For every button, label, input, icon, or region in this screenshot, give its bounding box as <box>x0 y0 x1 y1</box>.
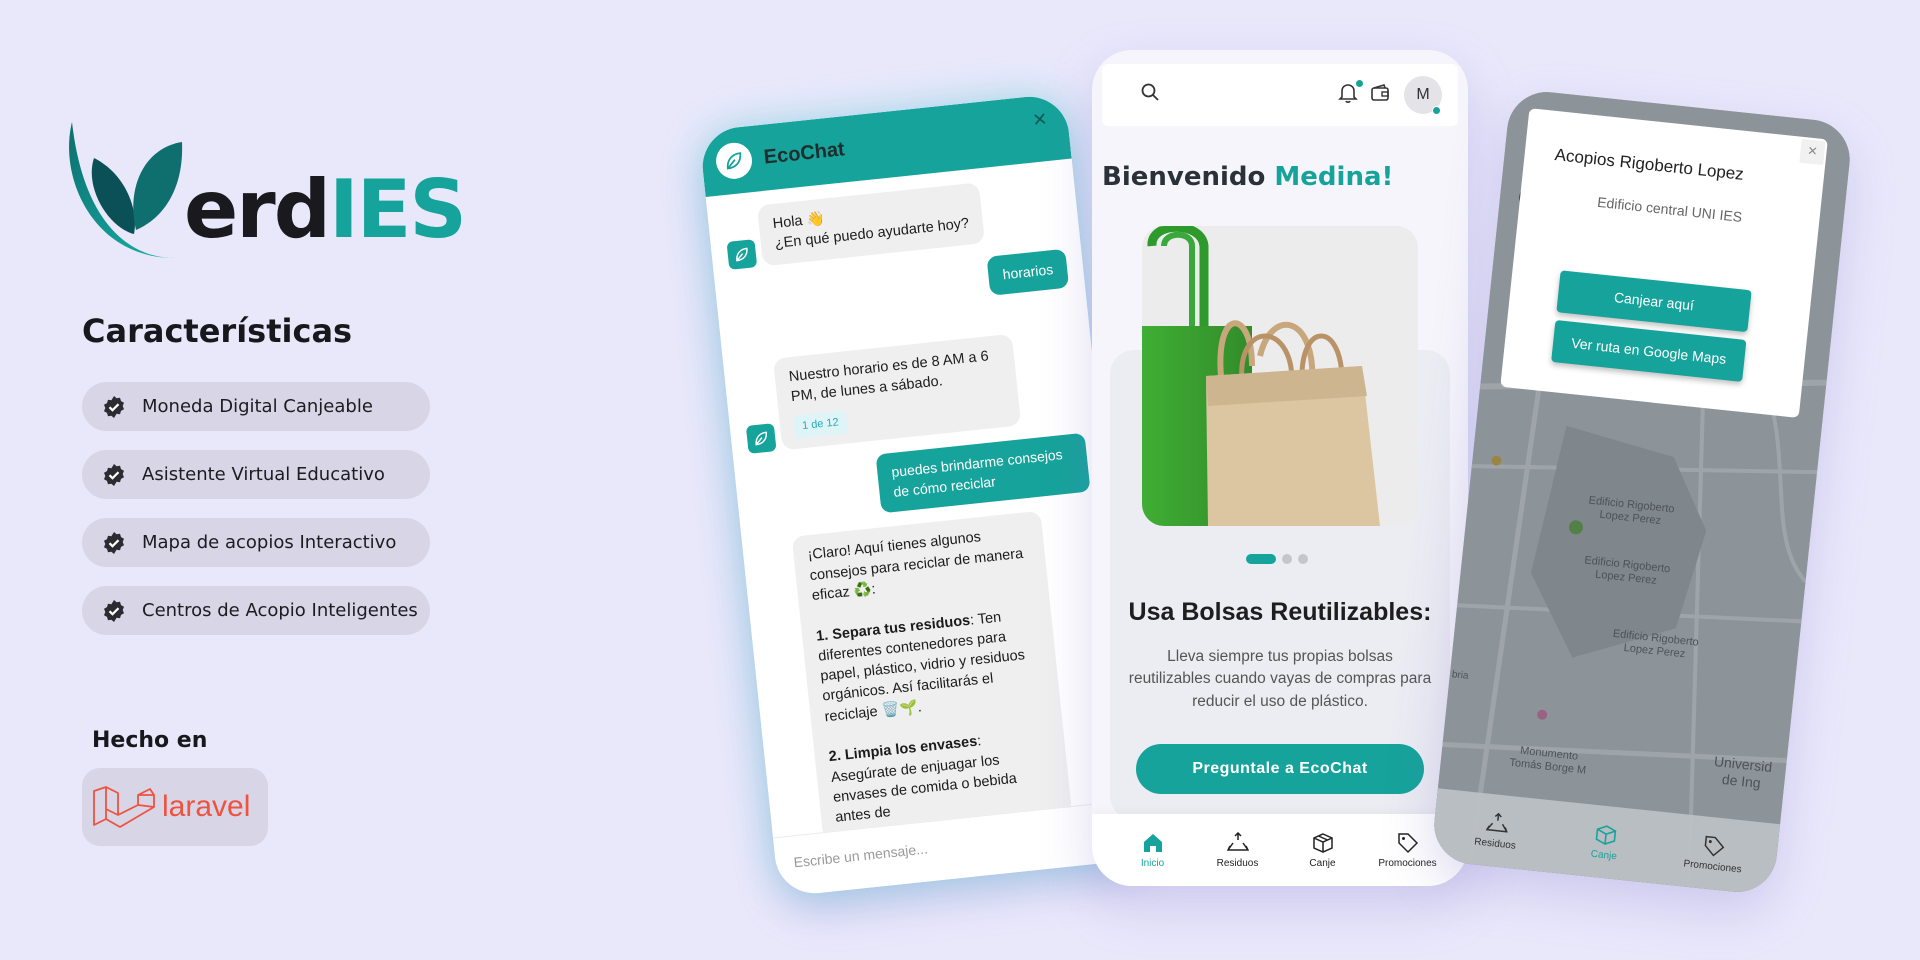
nav-item-residuos[interactable]: Residuos <box>1460 809 1533 853</box>
verified-check-icon <box>104 599 124 622</box>
verified-check-icon <box>104 395 124 418</box>
ecochat-phone: EcoChat ✕ Hola 👋 ¿En qué puedo ayudarte h… <box>698 92 1146 898</box>
online-status-dot <box>1432 106 1441 115</box>
feature-item: Mapa de acopios Interactivo <box>82 518 430 567</box>
carousel-dot[interactable] <box>1282 554 1292 564</box>
leaf-icon <box>726 152 742 170</box>
nav-item-canje[interactable]: Canje <box>1288 832 1358 869</box>
box-icon <box>1595 824 1617 845</box>
nav-item-promociones[interactable]: Promociones <box>1677 831 1750 875</box>
user-bubble: puedes brindarme consejos de cómo recicl… <box>875 432 1091 514</box>
laravel-logo-icon <box>93 786 155 828</box>
reusable-bags-image <box>1142 226 1418 526</box>
close-icon[interactable]: × <box>1799 138 1826 166</box>
bottom-nav: Inicio Residuos Canje Promociones <box>1092 814 1468 886</box>
message-pager[interactable]: 1 de 12 <box>793 410 848 440</box>
laravel-badge: laravel <box>82 768 268 846</box>
welcome-heading: Bienvenido Medina! <box>1102 162 1394 192</box>
google-maps-route-button[interactable]: Ver ruta en Google Maps <box>1551 320 1747 382</box>
search-icon[interactable] <box>1140 82 1160 102</box>
feature-item: Asistente Virtual Educativo <box>82 450 430 499</box>
leaf-icon <box>755 431 767 446</box>
user-bubble: horarios <box>986 248 1070 296</box>
carousel-dots[interactable] <box>1246 554 1308 564</box>
bot-message: Nuestro horario es de 8 AM a 6 PM, de lu… <box>739 327 1083 455</box>
feature-label: Moneda Digital Canjeable <box>142 396 373 417</box>
carousel-dot[interactable] <box>1298 554 1308 564</box>
recycle-icon <box>1485 812 1508 833</box>
features-title: Características <box>82 312 353 350</box>
notification-dot <box>1356 80 1363 87</box>
close-icon[interactable]: ✕ <box>1031 109 1048 131</box>
bot-message: ¡Claro! Aquí tienes algunos consejos par… <box>758 506 1124 844</box>
bot-bubble: Hola 👋 ¿En qué puedo ayudarte hoy? <box>756 182 986 266</box>
wallet-icon[interactable] <box>1370 84 1390 102</box>
verified-check-icon <box>104 463 124 486</box>
logo-wordmark: erdIES <box>184 163 467 256</box>
leaf-icon <box>736 247 748 262</box>
feature-item: Moneda Digital Canjeable <box>82 382 430 431</box>
tag-icon <box>1397 832 1418 853</box>
made-in-label: Hecho en <box>92 728 208 753</box>
recycle-icon <box>1226 831 1249 851</box>
map-phone: C Edificio Rigoberto Lopez Perez Edifici… <box>1430 88 1854 896</box>
feature-label: Centros de Acopio Inteligentes <box>142 600 418 621</box>
feature-label: Asistente Virtual Educativo <box>142 464 385 485</box>
bot-avatar <box>726 238 758 270</box>
feature-label: Mapa de acopios Interactivo <box>142 532 397 553</box>
bot-bubble: ¡Claro! Aquí tienes algunos consejos par… <box>791 511 1073 840</box>
bell-icon[interactable] <box>1338 82 1358 104</box>
chat-title: EcoChat <box>762 137 846 169</box>
popup-title: Acopios Rigoberto Lopez <box>1553 145 1745 184</box>
popup-subtitle: Edificio central UNI IES <box>1596 193 1743 225</box>
acopio-popup: × Acopios Rigoberto Lopez Edificio centr… <box>1500 108 1828 418</box>
bot-bubble: Nuestro horario es de 8 AM a 6 PM, de lu… <box>772 333 1022 451</box>
box-icon <box>1312 832 1333 853</box>
carousel-dot-active[interactable] <box>1246 554 1276 564</box>
nav-item-canje[interactable]: Canje <box>1568 820 1641 864</box>
tip-title: Usa Bolsas Reutilizables: <box>1128 598 1432 626</box>
feature-item: Centros de Acopio Inteligentes <box>82 586 430 635</box>
top-bar: M <box>1102 64 1458 126</box>
chat-avatar <box>714 141 754 181</box>
chat-messages: Hola 👋 ¿En qué puedo ayudarte hoy? horari… <box>706 159 1139 840</box>
ask-ecochat-button[interactable]: Preguntale a EcoChat <box>1136 744 1424 794</box>
nav-item-residuos[interactable]: Residuos <box>1203 831 1273 869</box>
verified-check-icon <box>104 531 124 554</box>
tip-description: Lleva siempre tus propias bolsas reutili… <box>1128 648 1432 710</box>
home-icon <box>1143 833 1162 852</box>
home-phone: M Bienvenido Medina! Usa Bolsas Reutiliz… <box>1092 50 1468 886</box>
tag-icon <box>1704 835 1725 857</box>
map-label: Universid de Ing <box>1713 753 1773 791</box>
nav-item-inicio[interactable]: Inicio <box>1118 832 1188 869</box>
leaf-v-icon <box>69 122 183 258</box>
laravel-wordmark: laravel <box>162 790 251 823</box>
map-label: bria <box>1451 669 1470 682</box>
bot-avatar <box>745 423 777 455</box>
verdies-logo: erdIES <box>64 118 467 268</box>
features-list: Moneda Digital Canjeable Asistente Virtu… <box>82 382 430 654</box>
bags-illustration <box>1142 226 1418 526</box>
